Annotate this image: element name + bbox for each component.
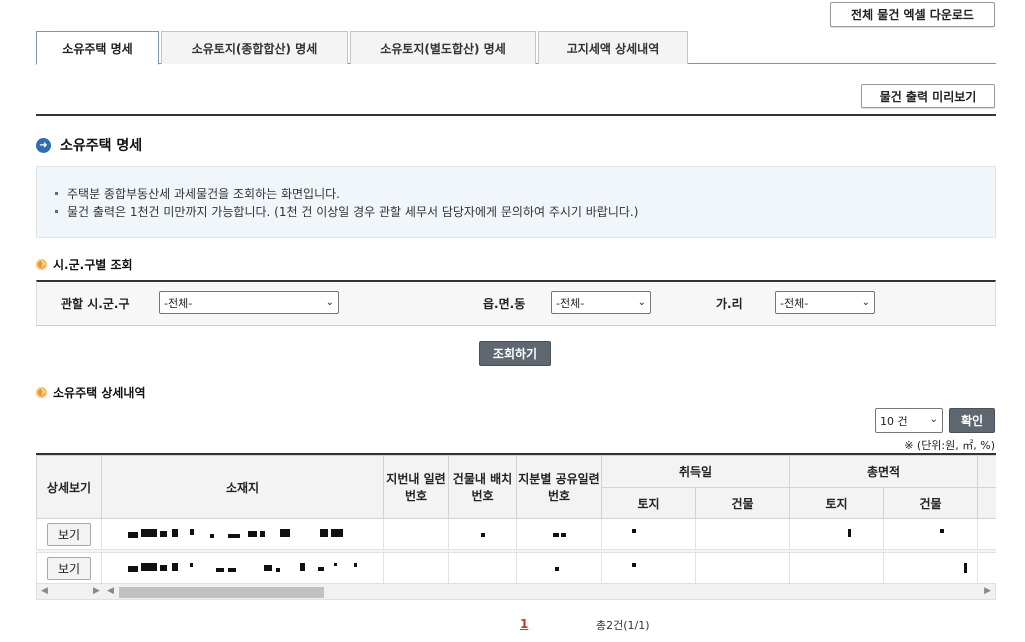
scroll-left-icon[interactable]: ◀	[41, 586, 48, 596]
building-serial-cell	[448, 518, 517, 550]
col-header-view: 상세보기	[36, 455, 102, 519]
info-box: 주택분 종합부동산세 과세물건을 조회하는 화면입니다. 물건 출력은 1천건 …	[36, 166, 996, 238]
search-button[interactable]: 조회하기	[479, 341, 551, 366]
chevron-down-icon: ⌄	[929, 414, 938, 425]
chevron-down-icon: ⌄	[325, 297, 334, 308]
gari-select[interactable]: -전체- ⌄	[775, 291, 875, 314]
detail-header: 소유주택 상세내역	[36, 384, 146, 401]
chevron-down-icon: ⌄	[861, 297, 870, 308]
tab-bar: 소유주택 명세 소유토지(종합합산) 명세 소유토지(별도합산) 명세 고지세액…	[36, 31, 996, 65]
total-count: 총2건(1/1)	[596, 619, 650, 632]
building-serial-cell	[448, 552, 517, 583]
lot-serial-cell	[383, 518, 449, 550]
col-header-acq-building: 건물	[695, 487, 790, 519]
info-line: 주택분 종합부동산세 과세물건을 조회하는 화면입니다.	[55, 184, 995, 202]
sigungu-select[interactable]: -전체- ⌄	[159, 291, 339, 314]
gari-label: 가.리	[716, 297, 743, 311]
address-cell	[101, 518, 384, 550]
share-serial-cell	[516, 552, 602, 583]
page-size-value: 10 건	[880, 414, 908, 428]
section-header: ➜ 소유주택 명세	[36, 135, 142, 155]
bullet-icon	[55, 191, 58, 195]
area-land-cell	[789, 552, 884, 583]
view-cell: 보기	[36, 552, 102, 583]
divider	[36, 114, 996, 116]
view-cell: 보기	[36, 518, 102, 550]
info-line: 물건 출력은 1천건 미만까지 가능합니다. (1천 건 이상일 경우 관할 세…	[55, 202, 995, 220]
filter-box: 관할 시.군.구 -전체- ⌄ 읍.면.동 -전체- ⌄ 가.리 -전체- ⌄	[36, 280, 996, 326]
page-size-select[interactable]: 10 건 ⌄	[875, 408, 943, 433]
acq-land-cell	[601, 518, 696, 550]
eupmyeondong-select[interactable]: -전체- ⌄	[551, 291, 651, 314]
col-header-share-serial: 지분별 공유일련번호	[516, 455, 602, 519]
scroll-right-small-icon[interactable]: ▶	[93, 586, 100, 596]
extra-cell	[977, 518, 996, 550]
col-header-extra-sub	[977, 487, 996, 519]
eupmyeondong-label: 읍.면.동	[483, 297, 526, 311]
page-link-current[interactable]: 1	[520, 617, 528, 631]
scroll-left-small-icon[interactable]: ◀	[107, 586, 114, 596]
col-header-address: 소재지	[101, 455, 384, 519]
col-header-lot-serial: 지번내 일련번호	[383, 455, 449, 519]
horizontal-scrollbar[interactable]: ◀ ▶ ◀ ▶	[36, 583, 996, 600]
table-row: 보기	[36, 518, 996, 550]
unit-note: ※ (단위:원, ㎡, %)	[904, 439, 995, 452]
scrollbar-thumb[interactable]	[119, 587, 324, 598]
detail-table: 상세보기 소재지 지번내 일련번호 건물내 배치번호 지분별 공유일련번호 취득…	[36, 455, 996, 583]
lot-serial-cell	[383, 552, 449, 583]
view-button[interactable]: 보기	[47, 522, 91, 546]
share-serial-cell	[516, 518, 602, 550]
page-title: 소유주택 명세	[60, 138, 143, 154]
acq-building-cell	[695, 552, 790, 583]
tab-land-separate[interactable]: 소유토지(별도합산) 명세	[350, 31, 536, 64]
address-cell	[101, 552, 384, 583]
acq-land-cell	[601, 552, 696, 583]
table-row: 보기	[36, 552, 996, 583]
gari-value: -전체-	[780, 296, 809, 310]
orange-bullet-icon	[36, 387, 47, 398]
acq-building-cell	[695, 518, 790, 550]
info-text: 물건 출력은 1천건 미만까지 가능합니다. (1천 건 이상일 경우 관할 세…	[67, 204, 639, 219]
view-button[interactable]: 보기	[47, 556, 91, 580]
confirm-button[interactable]: 확인	[949, 408, 995, 433]
tab-land-comprehensive[interactable]: 소유토지(종합합산) 명세	[161, 31, 348, 64]
filter-header: 시.군.구별 조회	[36, 256, 133, 273]
area-building-cell	[883, 518, 978, 550]
tab-tax-detail[interactable]: 고지세액 상세내역	[538, 31, 688, 64]
detail-table-container[interactable]: 상세보기 소재지 지번내 일련번호 건물내 배치번호 지분별 공유일련번호 취득…	[36, 453, 996, 583]
area-building-cell	[883, 552, 978, 583]
arrow-right-circle-icon: ➜	[36, 137, 51, 153]
detail-title: 소유주택 상세내역	[53, 386, 146, 400]
col-header-extra	[977, 455, 996, 488]
print-preview-button[interactable]: 물건 출력 미리보기	[861, 84, 995, 108]
info-text: 주택분 종합부동산세 과세물건을 조회하는 화면입니다.	[67, 186, 340, 201]
bullet-icon	[55, 209, 58, 213]
tab-owned-housing[interactable]: 소유주택 명세	[36, 31, 159, 65]
eupmyeondong-value: -전체-	[556, 296, 585, 310]
filter-title: 시.군.구별 조회	[53, 258, 133, 272]
sigungu-value: -전체-	[164, 296, 193, 310]
chevron-down-icon: ⌄	[637, 297, 646, 308]
excel-download-button[interactable]: 전체 물건 엑셀 다운로드	[830, 2, 995, 27]
col-header-building-serial: 건물내 배치번호	[448, 455, 517, 519]
col-header-area-land: 토지	[789, 487, 884, 519]
col-header-acq-land: 토지	[601, 487, 696, 519]
extra-cell	[977, 552, 996, 583]
orange-bullet-icon	[36, 259, 47, 270]
scroll-right-icon[interactable]: ▶	[984, 586, 991, 596]
col-header-total-area: 총면적	[789, 455, 978, 488]
sigungu-label: 관할 시.군.구	[61, 297, 130, 311]
col-header-area-building: 건물	[883, 487, 978, 519]
area-land-cell	[789, 518, 884, 550]
col-header-acquisition: 취득일	[601, 455, 790, 488]
